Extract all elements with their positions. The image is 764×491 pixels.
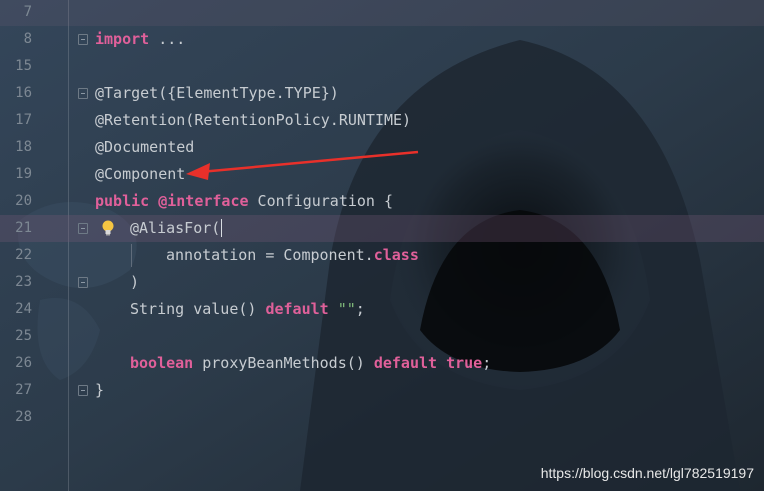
code-text: boolean proxyBeanMethods() default true;	[130, 350, 491, 377]
watermark-text: https://blog.csdn.net/lgl782519197	[540, 465, 754, 481]
line-number: 16	[15, 85, 32, 101]
code-text: import ...	[95, 26, 185, 53]
line-number: 23	[15, 274, 32, 290]
line-number: 27	[15, 382, 32, 398]
code-line[interactable]: 25	[0, 323, 764, 350]
fold-icon[interactable]	[78, 34, 88, 45]
code-token: @AliasFor(	[130, 219, 221, 237]
keyword-token: class	[373, 246, 419, 264]
code-token: String value()	[130, 300, 266, 318]
code-line[interactable]: 23)	[0, 269, 764, 296]
string-token: ""	[337, 300, 356, 318]
keyword-token: boolean	[130, 354, 194, 372]
code-line[interactable]: 19 @Component	[0, 161, 764, 188]
code-line[interactable]: 17 @Retention(RetentionPolicy.RUNTIME)	[0, 107, 764, 134]
code-text: @Retention(RetentionPolicy.RUNTIME)	[95, 107, 411, 134]
code-text: }	[95, 377, 104, 404]
code-line[interactable]: 28	[0, 404, 764, 431]
line-number: 19	[15, 166, 32, 182]
line-number: 20	[15, 193, 32, 209]
code-text: public @interface Configuration {	[95, 188, 393, 215]
code-line[interactable]: 15	[0, 53, 764, 80]
fold-icon[interactable]	[78, 385, 88, 396]
line-number: 17	[15, 112, 32, 128]
code-token: ...	[149, 30, 186, 48]
fold-icon[interactable]	[78, 223, 88, 234]
keyword-token: import	[95, 30, 150, 48]
code-token: ;	[355, 300, 365, 318]
code-text: @AliasFor(	[130, 215, 220, 242]
line-number: 25	[15, 328, 32, 344]
code-token: @Component	[95, 165, 186, 183]
line-number: 18	[15, 139, 32, 155]
keyword-token: default	[373, 354, 438, 372]
code-token: proxyBeanMethods()	[193, 354, 374, 372]
line-number: 21	[15, 220, 32, 236]
code-token: @Documented	[95, 138, 195, 156]
code-editor[interactable]: 7 8 import ... 15 16 @Target({ElementType.TYP…	[0, 0, 764, 491]
line-number: 22	[15, 247, 32, 263]
code-token: }	[95, 381, 105, 399]
fold-icon[interactable]	[78, 277, 88, 288]
code-text: @Target({ElementType.TYPE})	[95, 80, 339, 107]
line-number: 8	[23, 31, 32, 47]
text-caret	[221, 219, 222, 237]
code-line[interactable]: 18 @Documented	[0, 134, 764, 161]
code-line[interactable]: 24 String value() default "";	[0, 296, 764, 323]
code-text: annotation = Component.class	[166, 242, 419, 269]
code-line[interactable]: 26 boolean proxyBeanMethods() default tru…	[0, 350, 764, 377]
indent-guide	[131, 244, 132, 267]
code-text: String value() default "";	[130, 296, 365, 323]
line-number: 26	[15, 355, 32, 371]
code-line[interactable]: 16 @Target({ElementType.TYPE})	[0, 80, 764, 107]
keyword-token: @interface	[158, 192, 249, 210]
keyword-token: true	[446, 354, 483, 372]
line-number: 24	[15, 301, 32, 317]
code-token: @Retention(RetentionPolicy.RUNTIME)	[95, 111, 412, 129]
lightbulb-icon[interactable]	[101, 219, 115, 237]
code-token: ;	[482, 354, 492, 372]
code-text: @Documented	[95, 134, 194, 161]
code-line[interactable]: 7	[0, 0, 764, 26]
line-number: 15	[15, 58, 32, 74]
code-token: @Target({ElementType.TYPE})	[95, 84, 339, 102]
fold-icon[interactable]	[78, 88, 88, 99]
code-line[interactable]: 27}	[0, 377, 764, 404]
code-token: )	[130, 273, 140, 291]
line-number: 7	[23, 4, 32, 20]
keyword-token: public	[95, 192, 150, 210]
code-token: annotation = Component.	[166, 246, 374, 264]
keyword-token: default	[265, 300, 329, 318]
line-number: 28	[15, 409, 32, 425]
code-text: @Component	[95, 161, 185, 188]
code-line[interactable]: 21 @AliasFor(	[0, 215, 764, 242]
code-line[interactable]: 22 annotation = Component.class	[0, 242, 764, 269]
code-line[interactable]: 8 import ...	[0, 26, 764, 53]
code-line[interactable]: 20 public @interface Configuration {	[0, 188, 764, 215]
code-text: )	[130, 269, 139, 296]
code-token: Configuration {	[248, 192, 394, 210]
